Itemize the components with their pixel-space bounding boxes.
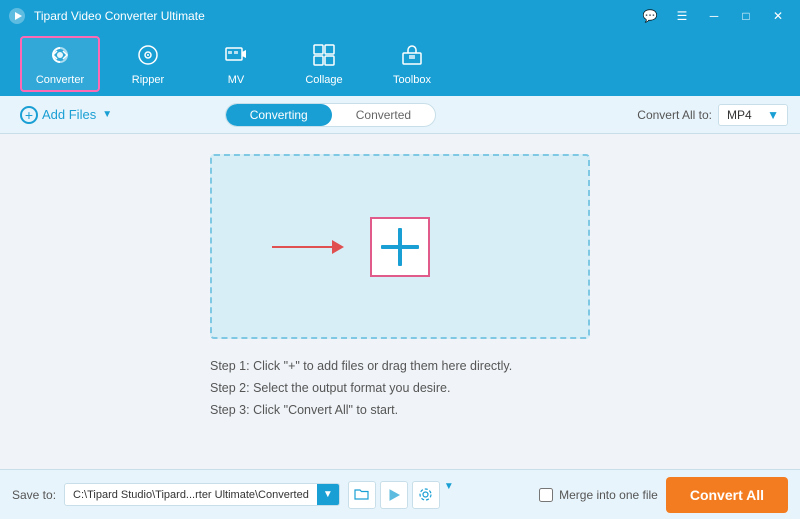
messages-button[interactable]: 💬: [636, 6, 664, 26]
nav-item-toolbox[interactable]: Toolbox: [372, 36, 452, 92]
title-bar: Tipard Video Converter Ultimate 💬 ☰ ─ □ …: [0, 0, 800, 32]
converter-icon: [48, 43, 72, 70]
nav-item-collage[interactable]: Collage: [284, 36, 364, 92]
tab-converted[interactable]: Converted: [332, 104, 435, 126]
settings-dropdown-icon[interactable]: ▼: [444, 481, 454, 509]
sub-toolbar: + Add Files ▼ Converting Converted Conve…: [0, 96, 800, 134]
save-path-text: C:\Tipard Studio\Tipard...rter Ultimate\…: [65, 485, 317, 505]
format-value: MP4: [727, 108, 752, 122]
folder-icon: [354, 488, 369, 501]
close-button[interactable]: ✕: [764, 6, 792, 26]
ripper-label: Ripper: [132, 74, 164, 86]
add-files-button[interactable]: + Add Files ▼: [12, 102, 120, 128]
collage-label: Collage: [305, 74, 342, 86]
mv-icon: [224, 43, 248, 70]
steps-container: Step 1: Click "+" to add files or drag t…: [210, 359, 590, 417]
save-to-label: Save to:: [12, 488, 56, 502]
add-files-dropdown-icon: ▼: [102, 109, 112, 120]
menu-button[interactable]: ☰: [668, 6, 696, 26]
step-3: Step 3: Click "Convert All" to start.: [210, 403, 590, 417]
toolbox-icon: [400, 43, 424, 70]
merge-checkbox-group: Merge into one file: [539, 488, 658, 502]
format-dropdown-icon: ▼: [767, 108, 779, 122]
save-path-dropdown-icon[interactable]: ▼: [317, 484, 339, 505]
title-bar-left: Tipard Video Converter Ultimate: [8, 7, 205, 25]
main-toolbar: Converter Ripper MV: [0, 32, 800, 96]
app-title: Tipard Video Converter Ultimate: [34, 9, 205, 23]
plus-box[interactable]: [370, 217, 430, 277]
convert-all-to-group: Convert All to: MP4 ▼: [637, 104, 788, 126]
preview-icon-btn[interactable]: [380, 481, 408, 509]
add-files-circle-icon: +: [20, 106, 38, 124]
nav-item-converter[interactable]: Converter: [20, 36, 100, 92]
ripper-icon: [136, 43, 160, 70]
merge-label: Merge into one file: [559, 488, 658, 502]
arrow-right: [272, 240, 344, 254]
converter-label: Converter: [36, 74, 84, 86]
nav-item-ripper[interactable]: Ripper: [108, 36, 188, 92]
collage-icon: [312, 43, 336, 70]
minimize-button[interactable]: ─: [700, 6, 728, 26]
step-1: Step 1: Click "+" to add files or drag t…: [210, 359, 590, 373]
title-bar-controls: 💬 ☰ ─ □ ✕: [636, 6, 792, 26]
save-path-selector[interactable]: C:\Tipard Studio\Tipard...rter Ultimate\…: [64, 483, 340, 506]
add-files-label: Add Files: [42, 107, 96, 122]
maximize-button[interactable]: □: [732, 6, 760, 26]
bottom-icons: ▼: [348, 481, 454, 509]
format-select[interactable]: MP4 ▼: [718, 104, 788, 126]
folder-icon-btn[interactable]: [348, 481, 376, 509]
tab-group: Converting Converted: [225, 103, 436, 127]
arrow-line: [272, 246, 332, 248]
drop-zone[interactable]: [210, 154, 590, 339]
plus-vertical: [398, 228, 402, 266]
convert-all-button[interactable]: Convert All: [666, 477, 788, 513]
app-icon: [8, 7, 26, 25]
tab-converting[interactable]: Converting: [226, 104, 332, 126]
merge-checkbox[interactable]: [539, 488, 553, 502]
toolbox-label: Toolbox: [393, 74, 431, 86]
main-content: Step 1: Click "+" to add files or drag t…: [0, 134, 800, 469]
arrow-head: [332, 240, 344, 254]
bottom-bar: Save to: C:\Tipard Studio\Tipard...rter …: [0, 469, 800, 519]
nav-item-mv[interactable]: MV: [196, 36, 276, 92]
mv-label: MV: [228, 74, 245, 86]
step-2: Step 2: Select the output format you des…: [210, 381, 590, 395]
convert-all-to-label: Convert All to:: [637, 108, 712, 122]
settings-icon: [418, 487, 433, 502]
settings-icon-btn[interactable]: [412, 481, 440, 509]
preview-icon: [387, 488, 401, 502]
